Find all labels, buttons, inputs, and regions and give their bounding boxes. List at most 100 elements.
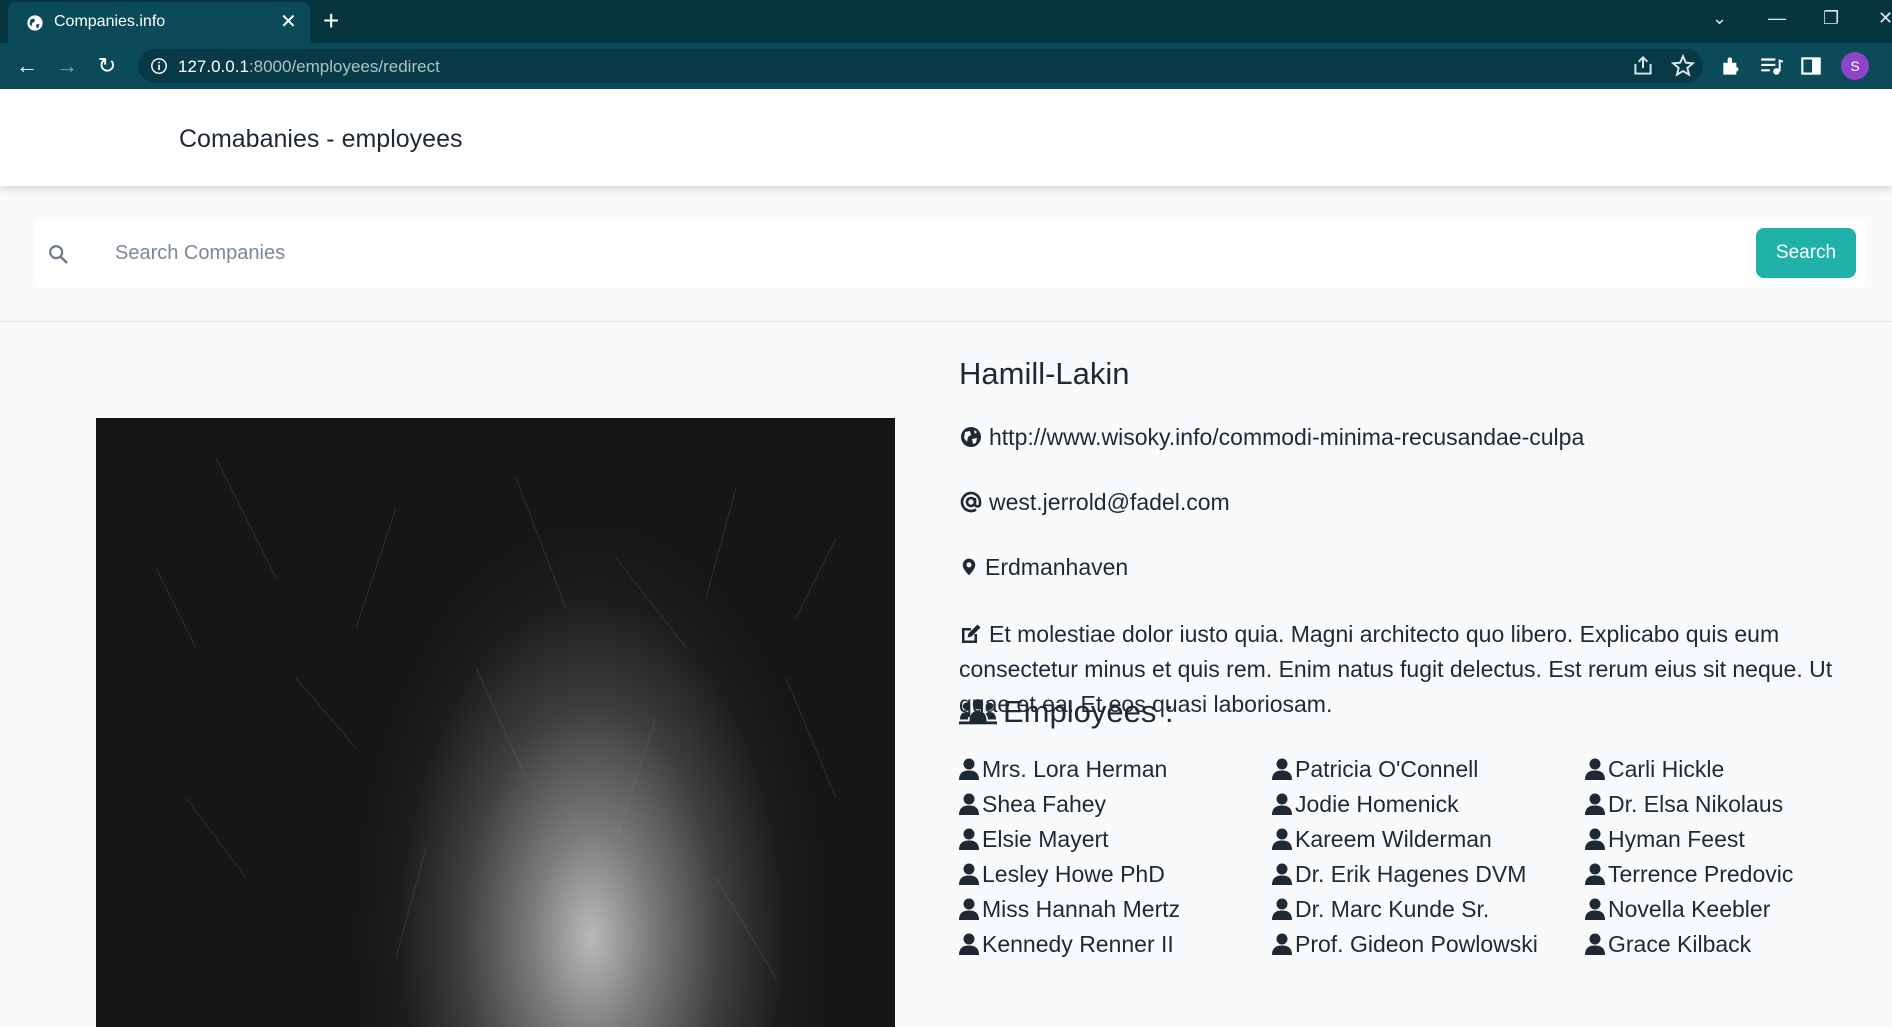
- side-panel-icon[interactable]: [1798, 53, 1824, 79]
- restore-icon[interactable]: ❐: [1823, 8, 1839, 29]
- edit-icon: [962, 624, 981, 643]
- user-icon: [1585, 898, 1605, 920]
- back-icon[interactable]: ←: [13, 52, 41, 80]
- employee-item[interactable]: Dr. Erik Hagenes DVM: [1272, 861, 1538, 896]
- new-tab-button[interactable]: +: [323, 6, 339, 36]
- user-icon: [1272, 863, 1292, 885]
- company-location-row: Erdmanhaven: [959, 554, 1128, 581]
- browser-tab-strip: Companies.info ✕ + ⌄ — ❐ ✕: [0, 0, 1892, 43]
- employee-item[interactable]: Kareem Wilderman: [1272, 826, 1538, 861]
- employees-column-3: Carli Hickle Dr. Elsa Nikolaus Hyman Fee…: [1585, 756, 1793, 966]
- employee-name: Hyman Feest: [1608, 826, 1745, 852]
- user-icon: [959, 898, 979, 920]
- employee-name: Dr. Erik Hagenes DVM: [1295, 861, 1527, 887]
- company-location: Erdmanhaven: [985, 554, 1129, 580]
- extensions-icon[interactable]: [1719, 53, 1745, 79]
- user-icon: [959, 933, 979, 955]
- employee-name: Grace Kilback: [1608, 931, 1752, 957]
- employees-column-1: Mrs. Lora Herman Shea Fahey Elsie Mayert…: [959, 756, 1180, 966]
- employee-name: Dr. Elsa Nikolaus: [1608, 791, 1784, 817]
- employee-item[interactable]: Terrence Predovic: [1585, 861, 1793, 896]
- employee-item[interactable]: Patricia O'Connell: [1272, 756, 1538, 791]
- tab-close-icon[interactable]: ✕: [280, 10, 297, 34]
- employee-item[interactable]: Hyman Feest: [1585, 826, 1793, 861]
- url-path: :8000/employees/redirect: [248, 57, 440, 76]
- employee-item[interactable]: Carli Hickle: [1585, 756, 1793, 791]
- user-icon: [1272, 793, 1292, 815]
- globe-icon: [961, 427, 981, 447]
- employee-name: Mrs. Lora Herman: [982, 756, 1168, 782]
- employee-item[interactable]: Jodie Homenick: [1272, 791, 1538, 826]
- employee-name: Shea Fahey: [982, 791, 1107, 817]
- company-email[interactable]: west.jerrold@fadel.com: [989, 489, 1230, 515]
- employee-name: Novella Keebler: [1608, 896, 1771, 922]
- tab-search-icon[interactable]: ⌄: [1712, 8, 1727, 29]
- employee-name: Carli Hickle: [1608, 756, 1725, 782]
- employees-heading: Employees :: [1003, 694, 1174, 729]
- site-brand[interactable]: Comabanies - employees: [179, 125, 462, 154]
- browser-toolbar: ← → ↻ 127.0.0.1:8000/employees/redirect …: [0, 43, 1892, 89]
- site-info-icon[interactable]: [150, 57, 168, 75]
- site-navbar: Comabanies - employees: [0, 89, 1892, 186]
- user-icon: [1272, 898, 1292, 920]
- users-icon: [959, 699, 997, 725]
- media-control-icon[interactable]: [1758, 53, 1784, 79]
- user-icon: [1272, 828, 1292, 850]
- company-website-row: http://www.wisoky.info/commodi-minima-re…: [959, 424, 1584, 451]
- minimize-icon[interactable]: —: [1768, 8, 1786, 29]
- employee-item[interactable]: Dr. Elsa Nikolaus: [1585, 791, 1793, 826]
- search-input[interactable]: [81, 233, 1721, 273]
- globe-icon: [27, 15, 43, 31]
- user-icon: [1272, 758, 1292, 780]
- employee-item[interactable]: Mrs. Lora Herman: [959, 756, 1180, 791]
- employee-name: Lesley Howe PhD: [982, 861, 1165, 887]
- user-icon: [1585, 863, 1605, 885]
- at-sign-icon: [960, 491, 982, 513]
- company-name: Hamill-Lakin: [959, 356, 1130, 391]
- profile-avatar[interactable]: S: [1841, 52, 1869, 80]
- employee-name: Kennedy Renner II: [982, 931, 1174, 957]
- employee-item[interactable]: Shea Fahey: [959, 791, 1180, 826]
- user-icon: [959, 793, 979, 815]
- employee-name: Jodie Homenick: [1295, 791, 1459, 817]
- map-pin-icon: [962, 558, 976, 576]
- close-window-icon[interactable]: ✕: [1878, 8, 1892, 29]
- employee-name: Terrence Predovic: [1608, 861, 1794, 887]
- employee-item[interactable]: Dr. Marc Kunde Sr.: [1272, 896, 1538, 931]
- search-button[interactable]: Search: [1756, 228, 1856, 278]
- bookmark-star-icon[interactable]: [1670, 53, 1696, 79]
- employee-item[interactable]: Elsie Mayert: [959, 826, 1180, 861]
- employee-name: Elsie Mayert: [982, 826, 1109, 852]
- tab-title: Companies.info: [54, 13, 166, 30]
- company-website-link[interactable]: http://www.wisoky.info/commodi-minima-re…: [989, 424, 1584, 450]
- web-page: Comabanies - employees Search Hamill-Lak…: [0, 89, 1892, 1027]
- employee-name: Prof. Gideon Powlowski: [1295, 931, 1538, 957]
- employee-name: Kareem Wilderman: [1295, 826, 1492, 852]
- employee-item[interactable]: Lesley Howe PhD: [959, 861, 1180, 896]
- user-icon: [1585, 793, 1605, 815]
- address-bar[interactable]: 127.0.0.1:8000/employees/redirect: [138, 49, 1703, 83]
- user-icon: [1585, 933, 1605, 955]
- employee-item[interactable]: Prof. Gideon Powlowski: [1272, 931, 1538, 966]
- company-image: [96, 418, 895, 1027]
- forward-icon[interactable]: →: [53, 52, 81, 80]
- user-icon: [959, 758, 979, 780]
- url-host: 127.0.0.1: [178, 57, 249, 76]
- user-icon: [959, 863, 979, 885]
- browser-tab[interactable]: Companies.info ✕: [8, 2, 310, 43]
- user-icon: [1585, 828, 1605, 850]
- search-icon: [49, 245, 68, 264]
- user-icon: [959, 828, 979, 850]
- share-icon[interactable]: [1630, 53, 1656, 79]
- url-text: 127.0.0.1:8000/employees/redirect: [178, 57, 440, 77]
- employee-name: Miss Hannah Mertz: [982, 896, 1181, 922]
- reload-icon[interactable]: ↻: [93, 52, 121, 80]
- employee-item[interactable]: Kennedy Renner II: [959, 931, 1180, 966]
- user-icon: [1585, 758, 1605, 780]
- employee-item[interactable]: Grace Kilback: [1585, 931, 1793, 966]
- employee-name: Dr. Marc Kunde Sr.: [1295, 896, 1490, 922]
- user-icon: [1272, 933, 1292, 955]
- employee-item[interactable]: Novella Keebler: [1585, 896, 1793, 931]
- employee-item[interactable]: Miss Hannah Mertz: [959, 896, 1180, 931]
- company-email-row: west.jerrold@fadel.com: [959, 489, 1230, 516]
